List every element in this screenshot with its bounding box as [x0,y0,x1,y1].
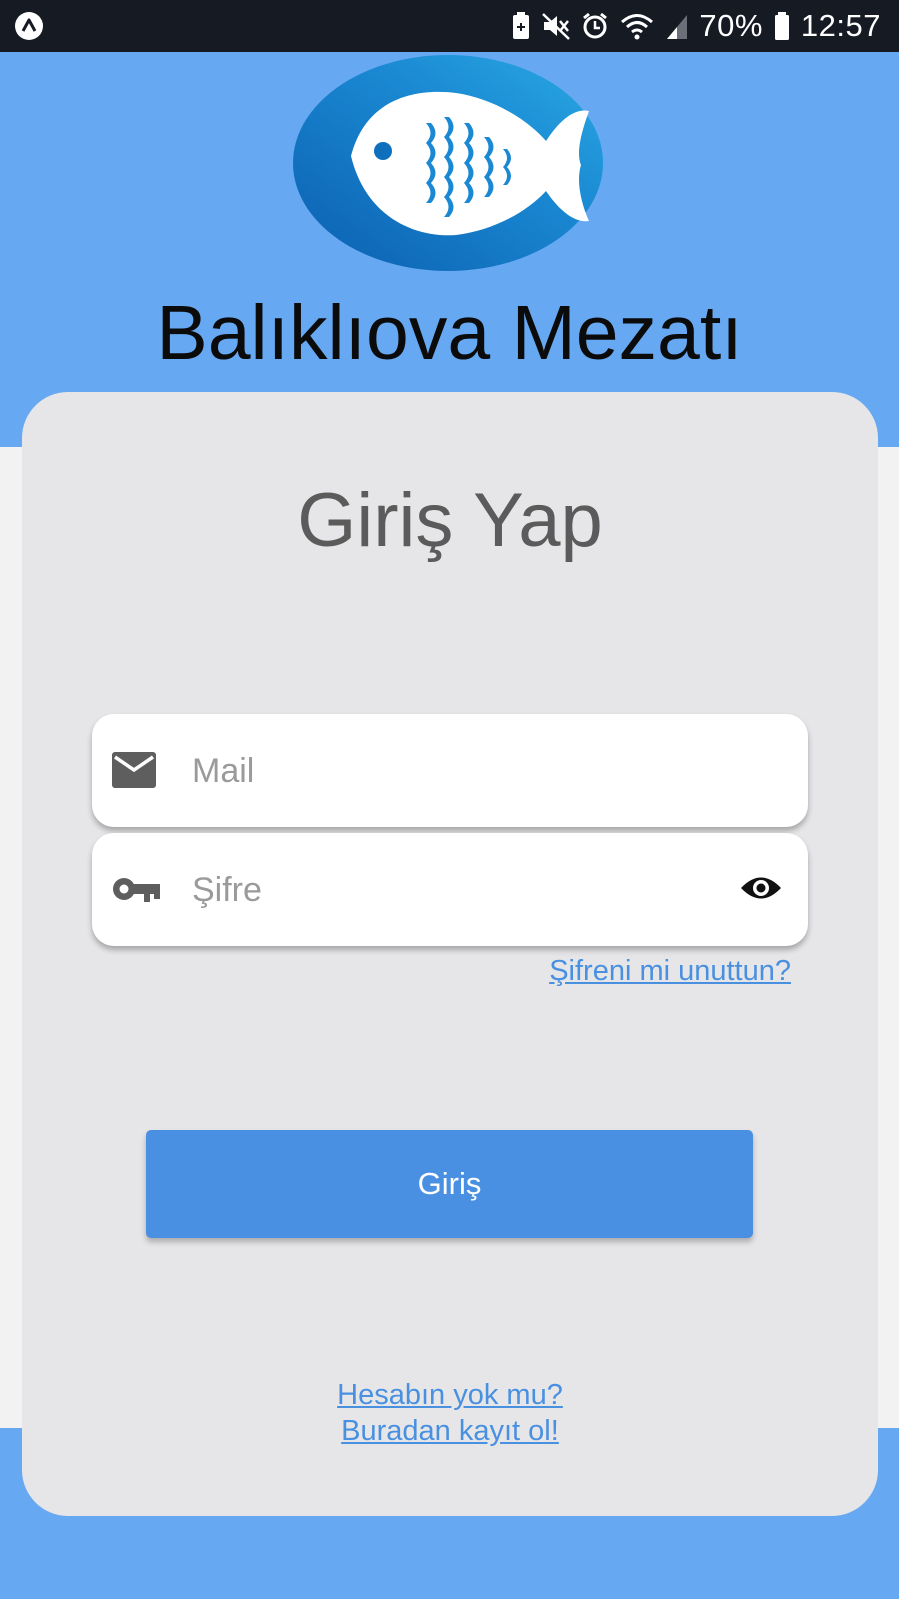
app-title: Balıklıova Mezatı [156,290,743,376]
clock: 12:57 [800,8,881,43]
key-icon [113,878,160,902]
wifi-icon [621,14,654,40]
register-link[interactable]: Buradan kayıt ol! [22,1413,878,1449]
alarm-icon [583,12,608,39]
password-field[interactable] [92,833,808,946]
register-links: Hesabın yok mu? Buradan kayıt ol! [22,1377,878,1449]
login-card: Giriş Yap Şifreni mi unuttun? Giriş Hesa… [22,392,878,1516]
no-account-link[interactable]: Hesabın yok mu? [22,1377,878,1413]
email-field[interactable] [92,714,808,827]
forgot-password-link[interactable]: Şifreni mi unuttun? [549,955,791,988]
app-icon [15,12,43,40]
battery-percent: 70% [699,8,763,43]
fish-logo-icon [293,55,603,271]
status-bar: 70% 12:57 [0,0,899,52]
eye-icon[interactable] [740,873,782,903]
login-title: Giriş Yap [297,478,603,563]
password-input[interactable] [192,855,712,925]
mute-icon [542,13,571,40]
mail-icon [112,752,156,788]
email-input[interactable] [192,736,712,806]
battery-icon [774,12,789,40]
status-icons: 70% 12:57 [511,0,881,52]
login-button[interactable]: Giriş [146,1130,753,1238]
notification-icon [513,12,530,39]
signal-icon [667,15,688,39]
